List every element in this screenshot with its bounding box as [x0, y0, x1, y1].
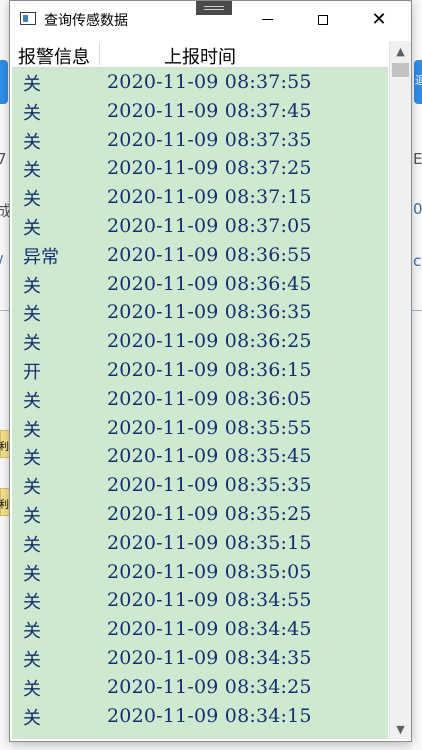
table-row[interactable]: 关 2020-11-09 08:36:45	[12, 269, 388, 298]
alarm-cell: 关	[23, 74, 41, 95]
table-row[interactable]: 关 2020-11-09 08:37:55	[12, 67, 388, 96]
table-row[interactable]: 关 2020-11-09 08:36:35	[12, 297, 388, 326]
alarm-cell: 关	[23, 102, 41, 124]
table-row[interactable]: 关 2020-11-09 08:36:25	[12, 326, 388, 355]
drag-handle[interactable]	[196, 1, 232, 15]
column-divider[interactable]	[99, 43, 100, 65]
table-row[interactable]: 异常 2020-11-09 08:36:55	[12, 240, 388, 269]
table-row[interactable]: 关 2020-11-09 08:37:05	[12, 211, 388, 240]
time-cell: 2020-11-09 08:35:15	[107, 531, 312, 554]
time-cell: 2020-11-09 08:37:05	[107, 214, 312, 237]
alarm-cell: 关	[23, 621, 41, 643]
table-row[interactable]: 关 2020-11-09 08:35:15	[12, 528, 388, 557]
time-cell: 2020-11-09 08:34:15	[107, 704, 312, 727]
alarm-cell: 关	[23, 131, 41, 153]
sensor-data-table[interactable]: 报警信息 上报时间 关 2020-11-09 08:37:55 关 2020-11-0…	[12, 41, 388, 739]
table-row[interactable]: 关 2020-11-09 08:37:35	[12, 125, 388, 154]
alarm-cell: 关	[23, 592, 41, 614]
alarm-cell: 关	[23, 304, 41, 326]
chevron-up-icon[interactable]: ▲	[390, 41, 411, 61]
table-row[interactable]: 开 2020-11-09 08:36:15	[12, 355, 388, 384]
table-header: 报警信息 上报时间	[12, 41, 388, 68]
alarm-cell: 关	[23, 448, 41, 470]
table-row[interactable]: 关 2020-11-09 08:35:55	[12, 413, 388, 442]
time-cell: 2020-11-09 08:36:45	[107, 272, 312, 295]
column-header-alarm[interactable]: 报警信息	[18, 43, 90, 69]
alarm-cell: 关	[23, 275, 41, 297]
background-text: E	[413, 150, 422, 168]
minimize-icon	[261, 19, 273, 20]
table-row[interactable]: 关 2020-11-09 08:34:45	[12, 614, 388, 643]
time-cell: 2020-11-09 08:34:45	[107, 618, 312, 641]
alarm-cell: 关	[23, 390, 41, 412]
table-row[interactable]: 关 2020-11-09 08:37:45	[12, 96, 388, 125]
table-row[interactable]: 关 2020-11-09 08:37:15	[12, 182, 388, 211]
time-cell: 2020-11-09 08:37:45	[107, 99, 312, 122]
alarm-cell: 关	[23, 160, 41, 182]
maximize-button[interactable]	[300, 1, 346, 38]
background-text: /	[0, 252, 3, 270]
alarm-cell: 关	[23, 333, 41, 355]
alarm-cell: 异常	[23, 246, 59, 268]
background-text: 0	[413, 200, 422, 218]
alarm-cell: 关	[23, 563, 41, 585]
alarm-cell: 关	[23, 505, 41, 527]
time-cell: 2020-11-09 08:36:55	[107, 243, 312, 266]
time-cell: 2020-11-09 08:34:55	[107, 589, 312, 612]
alarm-cell: 关	[23, 189, 41, 211]
background-right-edge: 迴 E 0 c	[412, 0, 422, 750]
time-cell: 2020-11-09 08:36:15	[107, 358, 312, 381]
title-bar[interactable]: 查询传感数据 ✕	[10, 1, 411, 38]
table-row[interactable]: 关 2020-11-09 08:35:05	[12, 557, 388, 586]
time-cell: 2020-11-09 08:35:55	[107, 416, 312, 439]
vertical-scrollbar[interactable]: ▲ ▼	[389, 41, 411, 739]
alarm-cell: 关	[23, 534, 41, 556]
table-row[interactable]: 关 2020-11-09 08:34:25	[12, 672, 388, 701]
time-cell: 2020-11-09 08:37:35	[107, 128, 312, 151]
time-cell: 2020-11-09 08:35:35	[107, 474, 312, 497]
table-body: 关 2020-11-09 08:37:55 关 2020-11-09 08:37:45…	[12, 67, 388, 729]
window-title: 查询传感数据	[44, 13, 128, 29]
maximize-icon	[318, 14, 328, 25]
alarm-cell: 关	[23, 477, 41, 499]
time-cell: 2020-11-09 08:34:25	[107, 675, 312, 698]
alarm-cell: 关	[23, 419, 41, 441]
table-row[interactable]: 关 2020-11-09 08:35:25	[12, 499, 388, 528]
scrollbar-thumb[interactable]	[392, 63, 409, 77]
background-button-right: 迴	[414, 60, 422, 104]
app-window-icon	[20, 12, 36, 25]
table-row[interactable]: 关 2020-11-09 08:35:35	[12, 470, 388, 499]
background-text: 7	[0, 150, 7, 168]
chevron-down-icon[interactable]: ▼	[390, 719, 411, 739]
alarm-cell: 关	[23, 707, 41, 729]
sensor-data-dialog: 查询传感数据 ✕ 报警信息 上报时间 关 2020-11-09 08:37:55 关…	[9, 0, 412, 742]
time-cell: 2020-11-09 08:36:35	[107, 301, 312, 324]
table-row[interactable]: 关 2020-11-09 08:37:25	[12, 153, 388, 182]
alarm-cell: 关	[23, 217, 41, 239]
table-row[interactable]: 关 2020-11-09 08:34:15	[12, 701, 388, 730]
time-cell: 2020-11-09 08:35:25	[107, 502, 312, 525]
column-header-time[interactable]: 上报时间	[164, 43, 236, 69]
table-row[interactable]: 关 2020-11-09 08:35:45	[12, 441, 388, 470]
minimize-button[interactable]	[244, 1, 290, 38]
time-cell: 2020-11-09 08:36:05	[107, 387, 312, 410]
time-cell: 2020-11-09 08:37:55	[107, 71, 312, 93]
alarm-cell: 关	[23, 649, 41, 671]
background-button-left	[0, 60, 8, 104]
background-text: c	[413, 252, 422, 270]
time-cell: 2020-11-09 08:37:25	[107, 157, 312, 180]
background-divider	[412, 310, 422, 311]
time-cell: 2020-11-09 08:35:05	[107, 560, 312, 583]
table-row[interactable]: 关 2020-11-09 08:34:35	[12, 643, 388, 672]
table-row[interactable]: 关 2020-11-09 08:34:55	[12, 585, 388, 614]
time-cell: 2020-11-09 08:35:45	[107, 445, 312, 468]
time-cell: 2020-11-09 08:36:25	[107, 330, 312, 353]
close-button[interactable]: ✕	[356, 1, 402, 38]
time-cell: 2020-11-09 08:37:15	[107, 186, 312, 209]
alarm-cell: 开	[23, 361, 41, 383]
alarm-cell: 关	[23, 678, 41, 700]
time-cell: 2020-11-09 08:34:35	[107, 646, 312, 669]
close-icon: ✕	[371, 8, 387, 30]
table-row[interactable]: 关 2020-11-09 08:36:05	[12, 384, 388, 413]
